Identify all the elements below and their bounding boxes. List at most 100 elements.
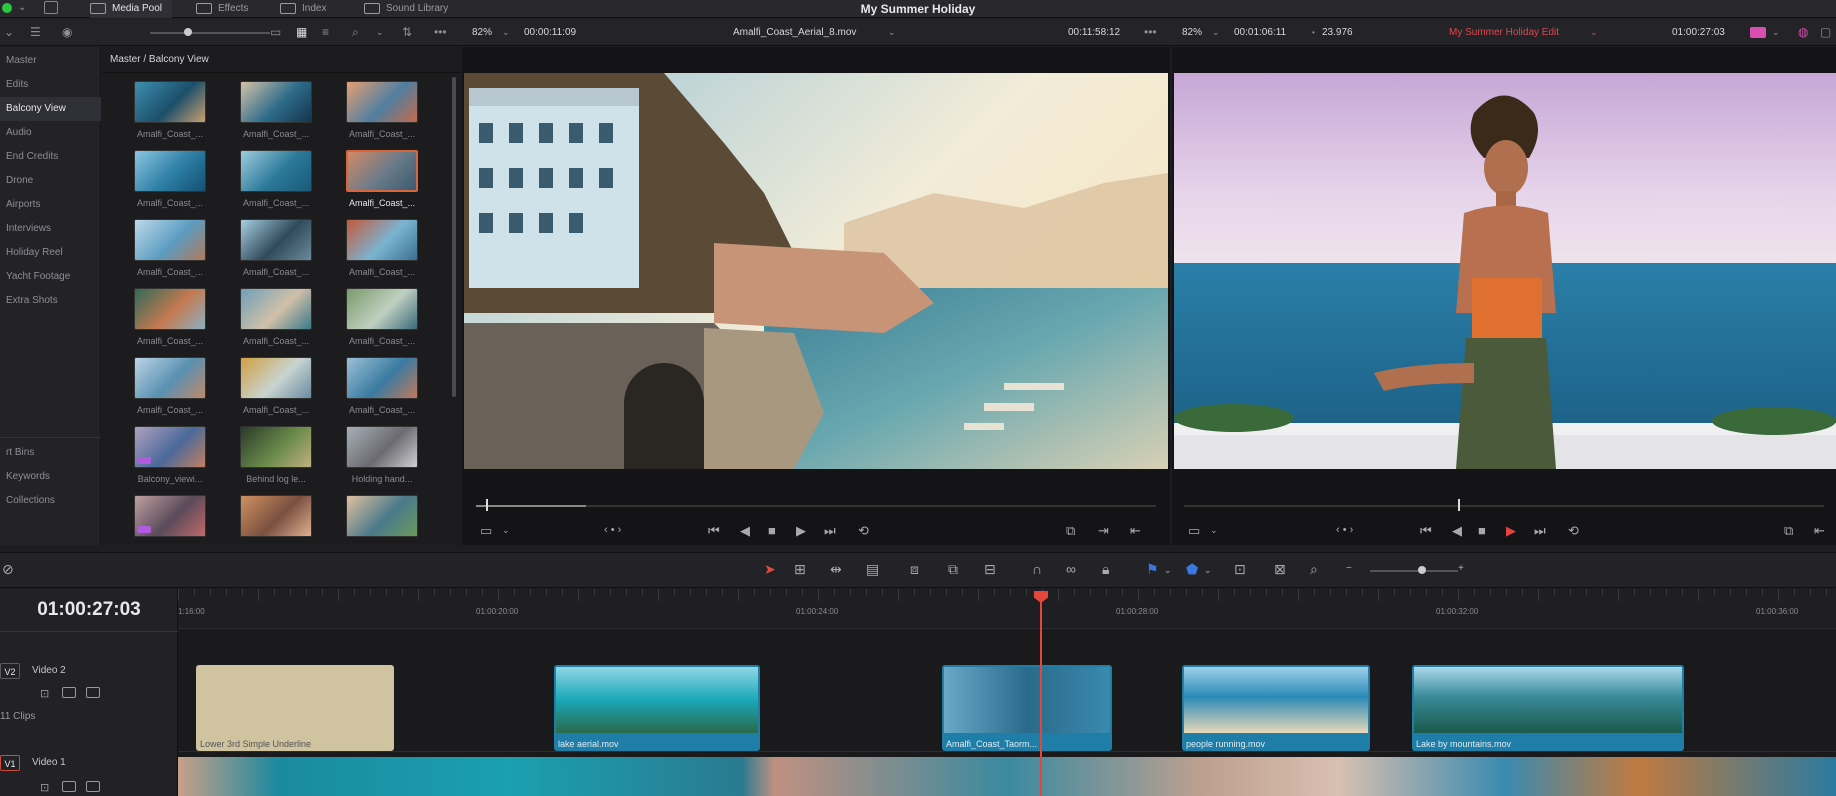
chevron-down-icon[interactable]: ⌄ [18,2,26,13]
mark-out-icon[interactable]: ⇤ [1130,523,1141,539]
grid-view-icon[interactable]: ▦ [296,19,307,46]
track-visibility-icon[interactable] [86,781,100,792]
color-wheel-icon[interactable]: ◍ [1798,19,1808,46]
dynamic-trim-icon[interactable]: ⇹ [830,561,842,578]
match-frame-icon[interactable]: ⧉ [1784,523,1793,539]
jog-icon[interactable]: ‹ • › [604,524,621,536]
sidebar-item-extra-shots[interactable]: Extra Shots [0,289,101,313]
track-id-v2[interactable]: V2 [0,663,20,679]
clip-thumbnail[interactable] [134,219,206,261]
media-pool-clip[interactable]: Amalfi_Coast_... [104,81,210,149]
list-view-icon[interactable]: ☰ [30,19,41,46]
media-pool-clip[interactable] [316,495,422,545]
zoom-in-icon[interactable]: + [1458,563,1464,574]
more-options-icon[interactable]: ••• [1144,19,1157,46]
jog-icon[interactable]: ‹ • › [1336,524,1353,536]
clip-thumbnail[interactable] [346,426,418,468]
view-mode-icon[interactable] [1750,27,1766,38]
search-icon[interactable]: ⌕ [352,19,359,46]
sidebar-item-balcony-view[interactable]: Balcony View [0,97,101,121]
track-header-v2[interactable]: V2 Video 2 [0,663,178,683]
timeline-options-icon[interactable]: ⊘ [2,561,14,578]
chevron-down-icon[interactable]: ⌄ [502,525,510,536]
clip-thumbnail[interactable] [240,288,312,330]
chevron-down-icon[interactable]: ⌄ [1210,525,1218,536]
track-header-v1[interactable]: V1 Video 1 [0,755,178,775]
media-pool-clip[interactable]: Amalfi_Coast_... [104,219,210,287]
source-frame[interactable] [464,73,1168,469]
tab-index[interactable]: Index [280,0,340,18]
source-playhead[interactable] [486,499,488,511]
sidebar-item-audio[interactable]: Audio [0,121,101,145]
overwrite-clip-icon[interactable]: ⧉ [948,561,958,578]
zoom-out-icon[interactable]: − [1346,563,1352,574]
insert-clip-icon[interactable]: ⧈ [910,561,919,578]
timeline-scrub-bar[interactable] [1184,505,1824,507]
more-options-icon[interactable]: ••• [434,19,447,46]
media-pool-clip[interactable]: Holding hand... [316,426,422,494]
zoom-full-icon[interactable]: ⊡ [1234,561,1246,578]
track-id-v1[interactable]: V1 [0,755,20,771]
thumbnail-size-slider[interactable] [150,32,270,34]
timeline-zoom[interactable]: 82% [1182,19,1202,46]
sidebar-item-master[interactable]: Master [0,49,101,73]
clip-thumbnail[interactable] [346,288,418,330]
media-pool-clip[interactable]: Amalfi_Coast_... [210,288,316,356]
pool-scrollbar[interactable] [452,77,456,397]
media-pool-clip[interactable]: Amalfi_Coast_... [210,150,316,218]
track-visibility-icon[interactable] [86,687,100,698]
chevron-down-icon[interactable]: ⌄ [1772,19,1780,46]
loop-icon[interactable]: ⟲ [1568,523,1579,539]
metadata-icon[interactable]: ◉ [62,19,72,46]
chevron-down-icon[interactable]: ⌄ [1204,565,1212,576]
play-reverse-icon[interactable]: ◀ [1452,523,1462,539]
skip-back-icon[interactable]: ⏮ [1420,523,1432,539]
v2-clip-amalfi[interactable]: Amalfi_Coast_Taorm... [942,665,1112,751]
sidebar-item-holiday-reel[interactable]: Holiday Reel [0,241,101,265]
sidebar-item-edits[interactable]: Edits [0,73,101,97]
slider-handle[interactable] [184,28,192,36]
tab-media-pool[interactable]: Media Pool [90,0,172,18]
auto-select-icon[interactable] [62,687,76,698]
zoom-detail-icon[interactable]: ⊠ [1274,561,1286,578]
media-pool-clip[interactable]: Behind log le... [210,426,316,494]
v2-clip-lake-mountains[interactable]: Lake by mountains.mov [1412,665,1684,751]
snapping-icon[interactable]: ∩ [1032,561,1042,577]
selection-tool-icon[interactable]: ➤ [764,561,776,578]
sidebar-item-end-credits[interactable]: End Credits [0,145,101,169]
clip-thumbnail[interactable] [134,357,206,399]
stop-icon[interactable]: ■ [1478,523,1486,538]
chevron-down-icon[interactable]: ⌄ [888,19,896,46]
media-pool-clip[interactable]: Amalfi_Coast_... [104,288,210,356]
clip-thumbnail[interactable] [240,426,312,468]
skip-back-icon[interactable]: ⏮ [708,523,720,539]
timeline-zoom-slider[interactable] [1370,570,1458,572]
chevron-down-icon[interactable]: ⌄ [1590,19,1598,46]
blade-tool-icon[interactable]: ▤ [866,561,879,578]
clip-view-icon[interactable]: ▭ [480,523,492,539]
media-pool-clip[interactable]: Amalfi_Coast_... [316,219,422,287]
tab-effects[interactable]: Effects [196,0,266,18]
auto-select-icon[interactable] [62,781,76,792]
panel-toggle-icon[interactable] [44,1,58,14]
media-pool-clip[interactable]: Amalfi_Coast_... [104,150,210,218]
play-icon[interactable]: ▶ [1506,523,1516,539]
clip-thumbnail[interactable] [240,150,312,192]
v1-clip-strip[interactable] [178,757,1836,796]
lock-icon[interactable]: 🔒︎ [1102,561,1109,578]
timeline-viewer-playhead[interactable] [1458,499,1460,511]
mark-in-icon[interactable]: ⇥ [1098,523,1109,539]
trim-tool-icon[interactable]: ⊞ [794,561,806,578]
sidebar-item-keywords[interactable]: Keywords [0,465,101,489]
timeline-ruler[interactable]: 1:16:00 01:00:20:00 01:00:24:00 01:00:28:00… [178,589,1836,629]
lock-icon[interactable]: ⊡ [40,687,49,700]
linked-selection-icon[interactable]: ∞ [1066,561,1076,577]
clip-thumbnail[interactable] [240,357,312,399]
source-clip-name[interactable]: Amalfi_Coast_Aerial_8.mov [733,19,856,46]
clip-thumbnail[interactable] [346,81,418,123]
chevron-down-icon[interactable]: ⌄ [1212,19,1220,46]
zoom-slider-handle[interactable] [1418,566,1426,574]
fullscreen-icon[interactable]: ▢ [1820,19,1831,46]
media-pool-clip[interactable] [104,495,210,545]
media-pool-clip[interactable] [210,495,316,545]
